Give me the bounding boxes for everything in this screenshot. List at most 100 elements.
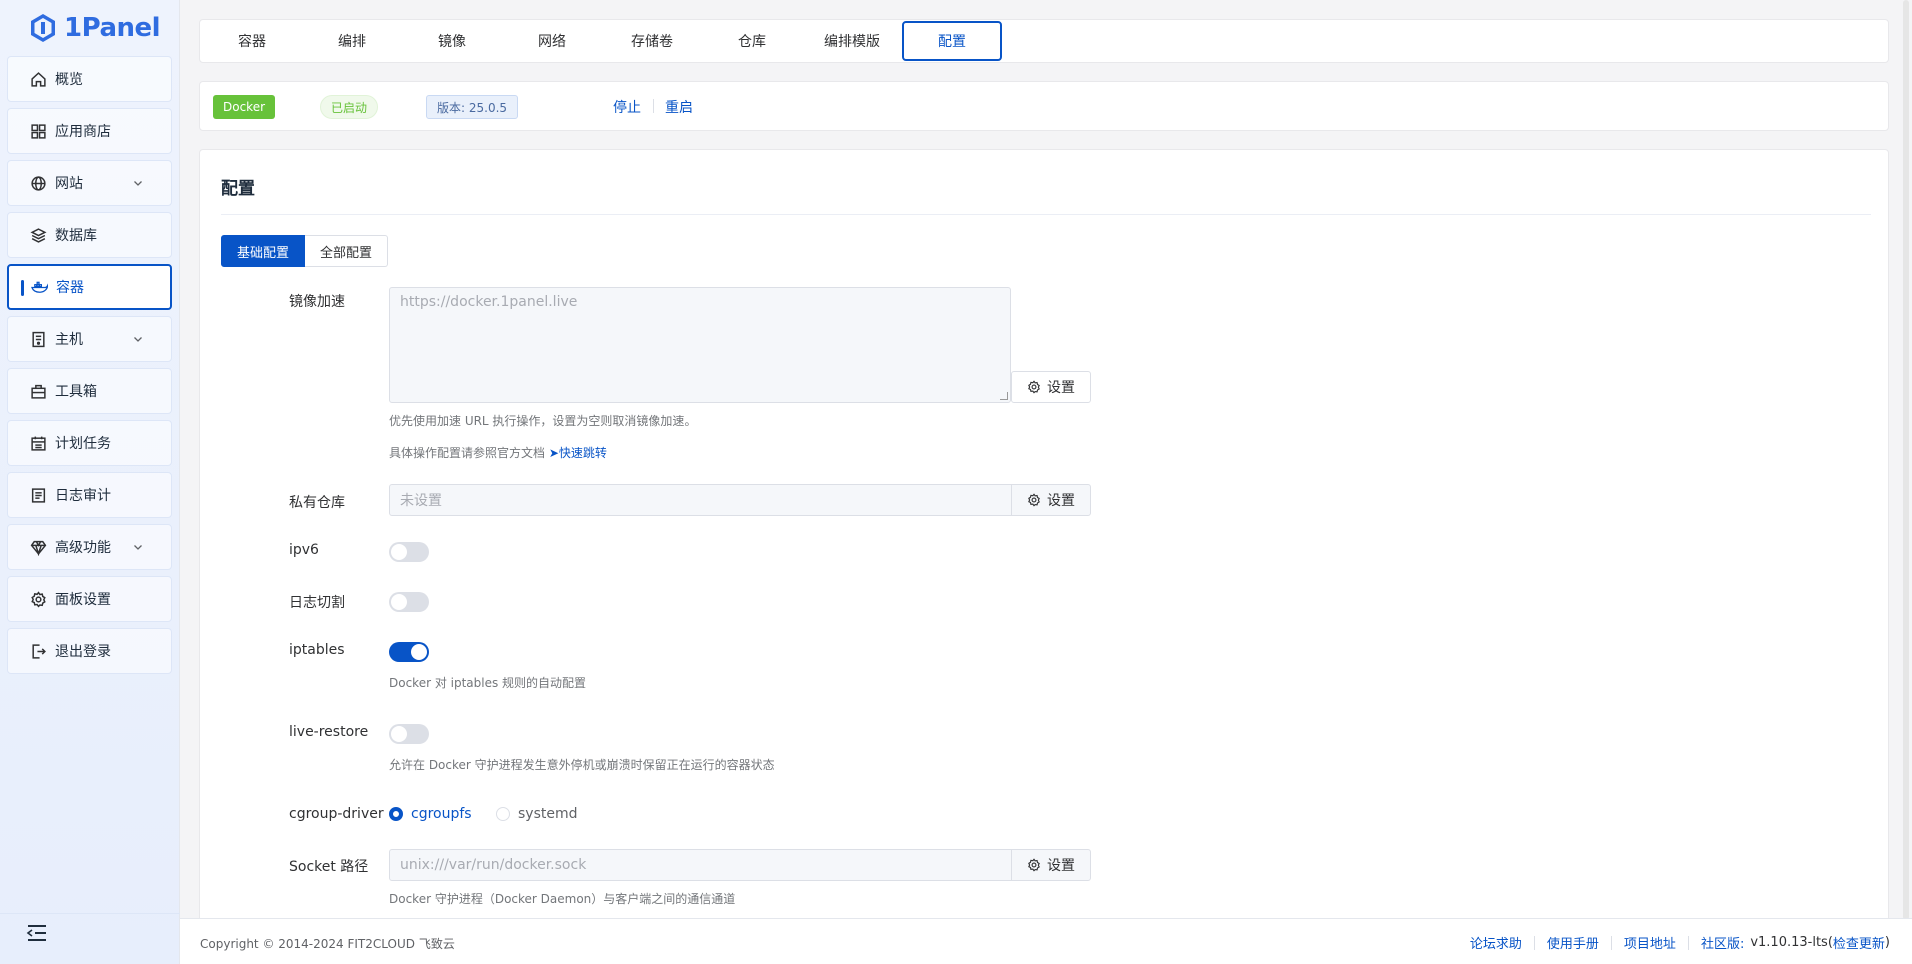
sidebar-item-host[interactable]: 主机 — [7, 316, 172, 362]
version-badge: 版本: 25.0.5 — [426, 95, 519, 119]
radio-label: cgroupfs — [411, 806, 472, 822]
server-icon — [32, 331, 45, 347]
version-text: v1.10.13-lts — [1750, 935, 1828, 950]
quick-jump-link[interactable]: ➤快速跳转 — [549, 446, 607, 460]
sidebar-item-advanced[interactable]: 高级功能 — [7, 524, 172, 570]
sidebar-item-database[interactable]: 数据库 — [7, 212, 172, 258]
sidebar-item-label: 面板设置 — [55, 592, 111, 608]
ipv6-switch[interactable] — [389, 542, 429, 562]
status-badge: 已启动 — [320, 95, 379, 119]
gear-icon — [1028, 493, 1040, 507]
logo[interactable]: 1Panel — [0, 0, 179, 56]
sidebar-item-label: 概览 — [55, 72, 83, 88]
grid-icon — [31, 123, 46, 139]
tab-compose[interactable]: 编排 — [302, 21, 402, 61]
basic-config-button[interactable]: 基础配置 — [221, 235, 306, 267]
sidebar-item-label: 高级功能 — [55, 540, 111, 556]
forum-link[interactable]: 论坛求助 — [1458, 933, 1534, 952]
socket-set-button[interactable]: 设置 — [1011, 849, 1091, 881]
socket-path-value: unix:///var/run/docker.sock — [400, 857, 587, 873]
globe-icon — [31, 175, 46, 191]
sidebar-item-container[interactable]: 容器 — [7, 264, 172, 310]
socket-path-input[interactable]: unix:///var/run/docker.sock — [389, 849, 1013, 881]
tab-images[interactable]: 镜像 — [402, 21, 502, 61]
logo-text: 1Panel — [64, 13, 161, 43]
divider — [653, 99, 654, 113]
mirror-label: 镜像加速 — [289, 294, 345, 310]
send-icon: ➤ — [548, 446, 559, 460]
registry-value: 未设置 — [400, 493, 442, 509]
sidebar-item-label: 容器 — [56, 280, 84, 296]
sidebar-item-label: 计划任务 — [55, 436, 111, 452]
radio-dot — [389, 807, 403, 821]
log-rotate-switch[interactable] — [389, 592, 429, 612]
sidebar-item-logout[interactable]: 退出登录 — [7, 628, 172, 674]
paren-close: ) — [1884, 935, 1890, 950]
logout-icon — [32, 643, 46, 659]
home-icon — [31, 71, 46, 87]
registry-label: 私有仓库 — [289, 495, 345, 511]
sidebar-item-toolbox[interactable]: 工具箱 — [7, 368, 172, 414]
sidebar-item-overview[interactable]: 概览 — [7, 56, 172, 102]
toolbox-icon — [31, 384, 46, 399]
docker-status-bar: Docker 已启动 版本: 25.0.5 停止 重启 — [199, 81, 1889, 131]
edition-label: 社区版: — [1700, 937, 1745, 952]
main-content: 容器 编排 镜像 网络 存储卷 仓库 编排模版 配置 Docker 已启动 版本… — [180, 0, 1912, 964]
quick-jump-label: 快速跳转 — [558, 446, 607, 460]
sidebar-item-website[interactable]: 网站 — [7, 160, 172, 206]
systemd-radio[interactable]: systemd — [496, 806, 578, 822]
footer-links: 论坛求助 使用手册 项目地址 社区版: v1.10.13-lts (检查更新) — [1458, 933, 1890, 952]
registry-input[interactable]: 未设置 — [389, 484, 1013, 516]
config-mode-switch: 基础配置 全部配置 — [221, 235, 389, 267]
scrollbar[interactable] — [1903, 0, 1909, 920]
button-label: 设置 — [1047, 858, 1075, 874]
resize-handle[interactable] — [1000, 392, 1008, 400]
sidebar-item-appstore[interactable]: 应用商店 — [7, 108, 172, 154]
tab-networks[interactable]: 网络 — [502, 21, 602, 61]
menu-collapse-icon[interactable] — [26, 924, 48, 942]
sidebar-item-cron[interactable]: 计划任务 — [7, 420, 172, 466]
tab-settings[interactable]: 配置 — [902, 21, 1002, 61]
copyright: Copyright © 2014-2024 FIT2CLOUD 飞致云 — [200, 937, 455, 951]
all-config-button[interactable]: 全部配置 — [305, 235, 389, 267]
registry-set-button[interactable]: 设置 — [1011, 484, 1091, 516]
tab-volumes[interactable]: 存储卷 — [602, 21, 702, 61]
iptables-hint: Docker 对 iptables 规则的自动配置 — [389, 676, 587, 690]
diamond-icon — [30, 540, 47, 556]
cgroupfs-radio[interactable]: cgroupfs — [389, 806, 472, 822]
sidebar-item-label: 日志审计 — [55, 488, 111, 504]
sidebar-item-log[interactable]: 日志审计 — [7, 472, 172, 518]
footer: Copyright © 2014-2024 FIT2CLOUD 飞致云 论坛求助… — [180, 918, 1912, 964]
sidebar-item-label: 主机 — [55, 332, 83, 348]
chevron-down-icon — [134, 337, 142, 342]
live-restore-switch[interactable] — [389, 724, 429, 744]
gear-icon — [1028, 858, 1040, 872]
container-tabs: 容器 编排 镜像 网络 存储卷 仓库 编排模版 配置 — [199, 19, 1889, 63]
docker-tag: Docker — [213, 95, 276, 119]
tab-containers[interactable]: 容器 — [202, 21, 302, 61]
mirror-textarea[interactable]: https://docker.1panel.live — [389, 287, 1011, 403]
chevron-down-icon — [134, 181, 142, 186]
sidebar-item-settings[interactable]: 面板设置 — [7, 576, 172, 622]
radio-dot — [496, 807, 510, 821]
gear-icon — [31, 590, 46, 608]
logo-icon — [31, 14, 55, 42]
settings-card: 配置 基础配置 全部配置 镜像加速 https://docker.1panel.… — [199, 149, 1889, 929]
project-link[interactable]: 项目地址 — [1612, 933, 1688, 952]
radio-label: systemd — [518, 806, 578, 822]
check-update-link[interactable]: 检查更新 — [1833, 933, 1885, 952]
tab-compose-templates[interactable]: 编排模版 — [802, 21, 902, 61]
divider — [221, 214, 1871, 215]
stop-link[interactable]: 停止 — [613, 97, 641, 117]
button-label: 设置 — [1047, 493, 1075, 509]
manual-link[interactable]: 使用手册 — [1535, 933, 1611, 952]
iptables-switch[interactable] — [389, 642, 429, 662]
log-rotate-label: 日志切割 — [289, 595, 345, 611]
sidebar-item-label: 退出登录 — [55, 644, 111, 660]
mirror-set-button[interactable]: 设置 — [1011, 371, 1091, 403]
tab-registries[interactable]: 仓库 — [702, 21, 802, 61]
restart-link[interactable]: 重启 — [665, 97, 693, 117]
cgroup-driver-label: cgroup-driver — [289, 806, 384, 822]
chevron-down-icon — [134, 545, 142, 550]
button-label: 设置 — [1047, 380, 1075, 396]
